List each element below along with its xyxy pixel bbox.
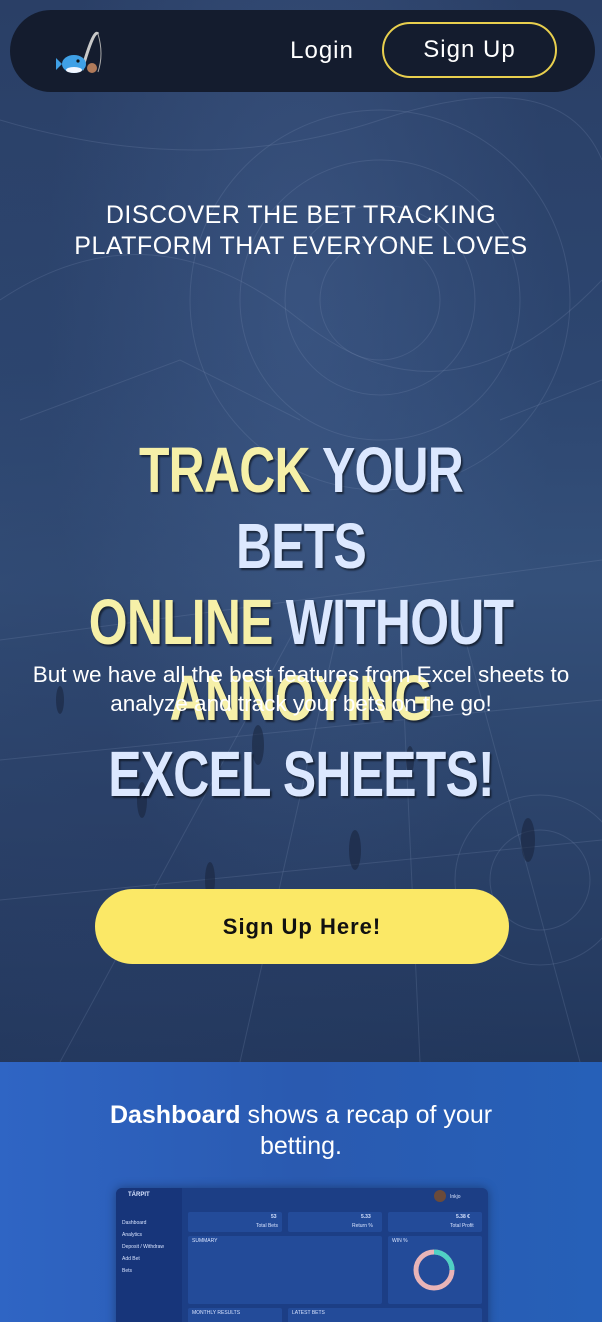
fishing-logo-icon[interactable] [54,24,110,84]
screenshot-stat3-value: 5.38 € [456,1214,470,1220]
headline-words: WITHOUT [272,586,514,658]
screenshot-monthly-label: MONTHLY RESULTS [192,1310,241,1316]
screenshot-summary-label: SUMMARY [192,1238,218,1244]
screenshot-win-label: WIN % [392,1238,408,1244]
hero-section: Login Sign Up DISCOVER THE BET TRACKING … [0,0,602,1062]
screenshot-stat1-value: 53 [271,1214,277,1220]
screenshot-menu-item: Deposit / Withdraw [122,1244,164,1250]
dashboard-screenshot: TÄRPIT Dashboard Analytics Deposit / Wit… [116,1188,488,1322]
screenshot-sidebar [116,1188,182,1322]
screenshot-brand: TÄRPIT [128,1192,150,1198]
feature-title-bold: Dashboard [109,1101,241,1129]
screenshot-menu-item: Dashboard [122,1220,147,1226]
screenshot-stat-card [188,1212,282,1232]
screenshot-user: Inkjo [450,1194,461,1200]
headline-word: TRACK [138,434,311,506]
dashboard-feature-section: Dashboard shows a recap of your betting.… [0,1062,602,1322]
hero-headline: TRACK YOUR BETS ONLINE WITHOUT ANNOYING … [82,432,520,812]
hero-subtext: But we have all the best features from E… [32,662,570,716]
feature-title: Dashboard shows a recap of your betting. [100,1100,502,1162]
screenshot-win-donut [413,1249,455,1291]
screenshot-stat1-label: Total Bets [256,1223,278,1229]
headline-word: ONLINE [88,586,274,658]
screenshot-menu-item: Analytics [122,1232,143,1238]
hero-tagline: DISCOVER THE BET TRACKING PLATFORM THAT … [74,201,528,260]
screenshot-summary-card [188,1236,382,1304]
screenshot-latest-label: LATEST BETS [292,1310,325,1316]
screenshot-stat2-label: Return % [352,1223,373,1229]
screenshot-stat2-value: 5.33 [361,1214,371,1220]
signup-button[interactable]: Sign Up [382,22,557,78]
screenshot-stat3-label: Total Profit [450,1223,474,1229]
headline-words: EXCEL SHEETS! [108,738,494,810]
screenshot-menu-item: Add Bet [122,1256,140,1262]
screenshot-menu-item: Bets [122,1268,133,1274]
login-link[interactable]: Login [278,32,366,70]
top-navbar: Login Sign Up [10,10,595,92]
signup-here-button[interactable]: Sign Up Here! [95,889,509,964]
screenshot-avatar [434,1190,446,1202]
feature-title-rest: shows a recap of your betting. [240,1101,493,1160]
